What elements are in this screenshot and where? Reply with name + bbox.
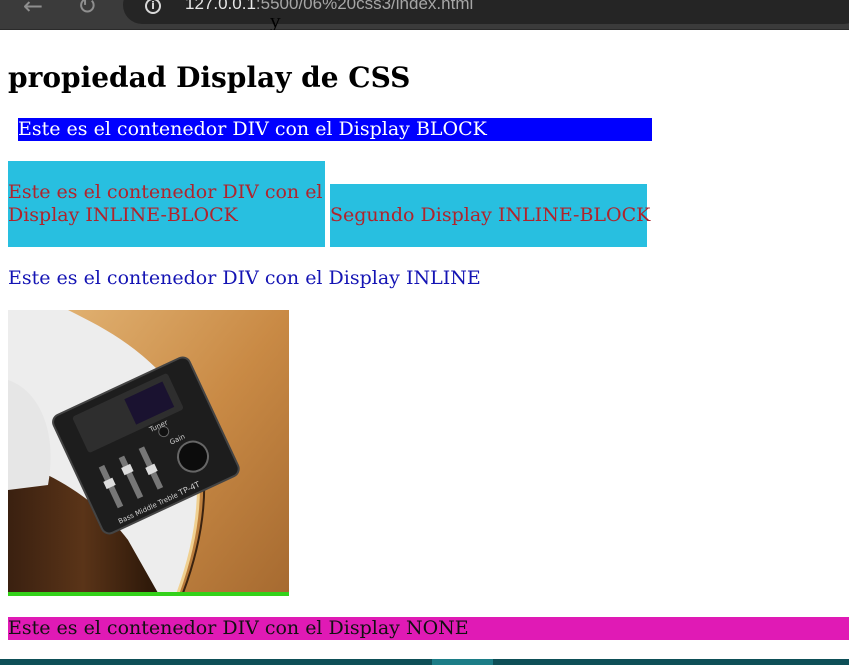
display-inline-block-box: Este es el contenedor DIV con el Display… xyxy=(8,161,325,247)
arrow-left-icon[interactable]: ← xyxy=(19,0,47,22)
display-inline-text: Este es el contenedor DIV con el Display… xyxy=(8,267,481,289)
reload-icon[interactable]: ↻ xyxy=(73,0,101,22)
page-title: propiedad Display de CSS xyxy=(8,61,411,94)
url-path: :5500/06%20css3/index.html xyxy=(255,0,474,13)
url-text[interactable]: 127.0.0.1:5500/06%20css3/index.html xyxy=(185,0,473,14)
taskbar-active-item[interactable] xyxy=(432,659,493,665)
clipped-text-fragment: y xyxy=(270,18,281,30)
taskbar xyxy=(0,659,849,665)
display-none-box: Este es el contenedor DIV con el Display… xyxy=(8,617,849,640)
guitar-preamp-image: Bass Middle Treble Tuner Gain TP-4T xyxy=(8,310,289,593)
address-bar[interactable]: i 127.0.0.1:5500/06%20css3/index.html xyxy=(123,0,849,24)
info-icon[interactable]: i xyxy=(145,0,161,14)
display-block-box: Este es el contenedor DIV con el Display… xyxy=(18,118,652,141)
image-border xyxy=(8,592,289,596)
browser-toolbar: ← ↻ i 127.0.0.1:5500/06%20css3/index.htm… xyxy=(0,0,849,30)
url-host: 127.0.0.1 xyxy=(185,0,256,13)
second-inline-block-box: Segundo Display INLINE-BLOCK xyxy=(330,184,650,247)
